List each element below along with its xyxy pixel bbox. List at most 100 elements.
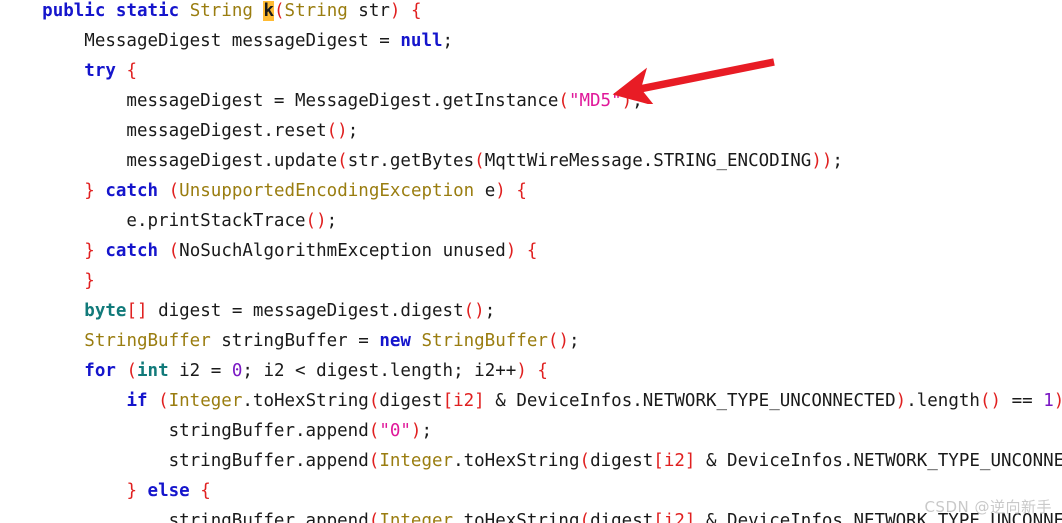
- code-line: } else {: [0, 476, 210, 506]
- code-token-type: Integer: [168, 391, 243, 411]
- code-token-type: String: [189, 1, 253, 21]
- code-token-type: StringBuffer: [421, 331, 548, 351]
- code-token-punct: {: [126, 61, 137, 81]
- code-token-keyword: try: [84, 61, 116, 81]
- code-token-punct: (: [337, 151, 348, 171]
- code-token-punct: ): [495, 181, 506, 201]
- code-token-plain: stringBuffer.append: [0, 451, 369, 471]
- code-token-punct: }: [84, 181, 95, 201]
- code-token-punct: (: [368, 511, 380, 523]
- code-token-punct: )): [811, 151, 833, 171]
- code-token-punct: ): [389, 1, 401, 21]
- code-token-keyword: for: [84, 361, 116, 381]
- code-token-plain: digest = messageDigest.digest: [147, 301, 464, 321]
- code-token-keyword: catch: [105, 241, 159, 261]
- code-token-plain: messageDigest.update: [0, 151, 338, 171]
- code-token-punct: {: [516, 181, 527, 201]
- code-token-punct: (: [579, 511, 591, 523]
- code-token-plain: messageDigest.reset: [0, 121, 327, 141]
- code-token-plain: NoSuchAlgorithmException unused: [179, 241, 506, 261]
- code-token-plain: .toHexString: [453, 511, 580, 523]
- code-token-plain: ;: [421, 421, 433, 441]
- code-token-type: Integer: [379, 511, 454, 523]
- code-line: StringBuffer stringBuffer = new StringBu…: [0, 326, 579, 356]
- code-token-string: "MD5": [568, 91, 622, 111]
- code-token-plain: ;: [484, 301, 496, 321]
- code-line: messageDigest = MessageDigest.getInstanc…: [0, 86, 642, 116]
- code-token-plain: stringBuffer.append: [0, 421, 369, 441]
- code-token-keyword: else: [147, 481, 190, 501]
- code-token-keyword: catch: [105, 181, 159, 201]
- code-token-plain: & DeviceInfos.NETWORK_TYPE_UNCONNECTED: [705, 451, 1062, 471]
- code-token-plain: digest: [379, 391, 443, 411]
- code-token-punct: ): [895, 391, 907, 411]
- code-token-punct: }: [126, 481, 137, 501]
- code-token-keyword: public: [42, 1, 106, 21]
- code-token-punct: []: [126, 301, 148, 321]
- code-token-punct: (: [368, 421, 380, 441]
- code-token-punct: (: [579, 451, 591, 471]
- code-token-plain: MessageDigest messageDigest =: [0, 31, 401, 51]
- code-line: public static String k(String str) {: [0, 0, 422, 26]
- code-token-keyword: static: [115, 1, 180, 21]
- code-token-punct: (): [463, 301, 485, 321]
- code-token-highlight: k: [263, 1, 274, 21]
- code-token-plain: .length: [906, 391, 980, 411]
- code-token-type: UnsupportedEncodingException: [179, 181, 475, 201]
- code-token-plain: .toHexString: [242, 391, 369, 411]
- code-token-punct: (): [305, 211, 327, 231]
- code-token-plain: ;: [832, 151, 843, 171]
- code-token-prim: int: [137, 361, 169, 381]
- code-token-punct: (: [368, 451, 380, 471]
- code-line: stringBuffer.append("0");: [0, 416, 432, 446]
- code-line: e.printStackTrace();: [0, 206, 337, 236]
- code-token-punct: ): [410, 421, 422, 441]
- code-token-punct: (: [158, 391, 169, 411]
- code-token-type: String: [284, 1, 348, 21]
- code-line: messageDigest.reset();: [0, 116, 358, 146]
- code-token-plain: ;: [347, 121, 359, 141]
- code-line: stringBuffer.append(Integer.toHexString(…: [0, 446, 1062, 476]
- code-token-punct: ): [516, 361, 527, 381]
- code-token-punct: {: [411, 1, 422, 21]
- code-token-punct: (: [126, 361, 137, 381]
- code-token-punct: (): [979, 391, 1002, 411]
- code-token-plain: i2 =: [168, 361, 232, 381]
- code-token-plain: ==: [1001, 391, 1044, 411]
- code-token-plain: MqttWireMessage.STRING_ENCODING: [484, 151, 812, 171]
- code-token-punct: (): [547, 331, 569, 351]
- code-screenshot: public static String k(String str) { Mes…: [0, 0, 1062, 523]
- code-token-punct: [i2]: [653, 511, 696, 523]
- code-token-plain: e.printStackTrace: [0, 211, 306, 231]
- code-token-type: Integer: [379, 451, 454, 471]
- code-line: byte[] digest = messageDigest.digest();: [0, 296, 495, 326]
- code-line: } catch (NoSuchAlgorithmException unused…: [0, 236, 537, 266]
- code-token-plain: ; i2 < digest.length; i2++: [242, 361, 517, 381]
- code-token-punct: ): [1054, 391, 1062, 411]
- code-token-keyword: null: [400, 31, 443, 51]
- code-line: stringBuffer.append(Integer.toHexString(…: [0, 506, 1062, 523]
- code-token-punct: (: [558, 91, 569, 111]
- code-editor-surface[interactable]: public static String k(String str) { Mes…: [0, 0, 1062, 523]
- code-token-punct: (: [474, 151, 485, 171]
- code-token-plain: ;: [442, 31, 454, 51]
